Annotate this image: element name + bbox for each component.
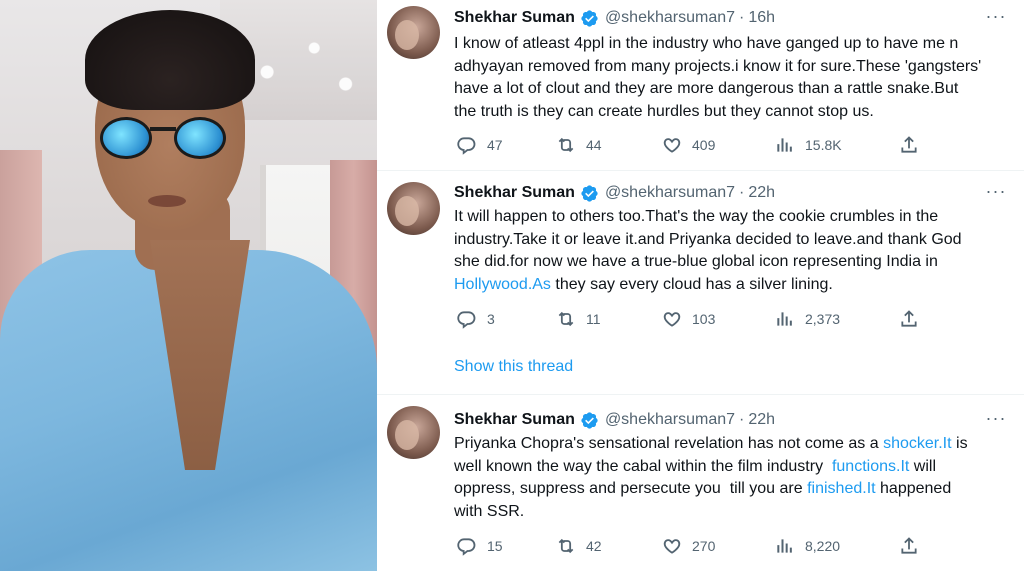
author-handle[interactable]: @shekharsuman7 xyxy=(605,9,735,27)
views-icon xyxy=(775,135,795,155)
tweet-header: Shekhar Suman @shekharsuman7 · 22h xyxy=(454,408,775,432)
verified-badge-icon xyxy=(581,184,598,202)
author-name[interactable]: Shekhar Suman xyxy=(454,9,575,27)
share-button[interactable] xyxy=(899,134,929,156)
tweet-header: Shekhar Suman @shekharsuman7 · 16h xyxy=(454,6,775,30)
views-count: 2,373 xyxy=(805,311,841,327)
separator: · xyxy=(739,411,745,428)
share-button[interactable] xyxy=(899,535,929,557)
separator: · xyxy=(739,184,745,201)
more-icon[interactable]: ··· xyxy=(984,7,1008,30)
avatar[interactable] xyxy=(387,6,440,59)
views-icon xyxy=(775,309,795,329)
inline-link[interactable]: functions.It xyxy=(832,458,909,475)
reply-count: 15 xyxy=(487,538,503,554)
avatar[interactable] xyxy=(387,182,440,235)
views-button[interactable]: 15.8K xyxy=(775,134,842,156)
like-icon xyxy=(662,135,682,155)
like-button[interactable]: 270 xyxy=(662,535,715,557)
views-icon xyxy=(775,536,795,556)
more-icon[interactable]: ··· xyxy=(984,182,1008,205)
author-name[interactable]: Shekhar Suman xyxy=(454,184,575,202)
retweet-button[interactable]: 42 xyxy=(556,535,602,557)
like-button[interactable]: 409 xyxy=(662,134,715,156)
reply-icon xyxy=(457,536,477,556)
photo-mouth xyxy=(148,195,186,207)
share-icon xyxy=(899,309,919,329)
timestamp[interactable]: 16h xyxy=(748,9,775,27)
tweet-feed: Shekhar Suman @shekharsuman7 · 16h ··· I… xyxy=(377,0,1024,571)
author-handle[interactable]: @shekharsuman7 xyxy=(605,184,735,202)
timestamp[interactable]: 22h xyxy=(748,184,775,202)
verified-badge-icon xyxy=(581,9,598,27)
tweet-text-segment: I know of atleast 4ppl in the industry w… xyxy=(454,35,982,120)
photo-hair xyxy=(85,10,255,110)
reply-icon xyxy=(457,135,477,155)
views-button[interactable]: 8,220 xyxy=(775,535,840,557)
share-button[interactable] xyxy=(899,308,929,330)
tweet-text: It will happen to others too.That's the … xyxy=(454,206,1014,296)
inline-link[interactable]: Hollywood.As xyxy=(454,276,551,293)
timestamp[interactable]: 22h xyxy=(748,411,775,429)
author-handle[interactable]: @shekharsuman7 xyxy=(605,411,735,429)
like-count: 409 xyxy=(692,137,716,153)
tweet-text-segment: Priyanka Chopra's sensational revelation… xyxy=(454,435,884,452)
author-name[interactable]: Shekhar Suman xyxy=(454,411,575,429)
views-button[interactable]: 2,373 xyxy=(775,308,840,330)
views-count: 15.8K xyxy=(805,137,842,153)
verified-badge-icon xyxy=(581,411,598,429)
tweet-header: Shekhar Suman @shekharsuman7 · 22h xyxy=(454,181,775,205)
tweet[interactable]: Shekhar Suman @shekharsuman7 · 22h ··· P… xyxy=(377,395,1024,571)
tweet-text: Priyanka Chopra's sensational revelation… xyxy=(454,433,1014,523)
like-count: 270 xyxy=(692,538,716,554)
tweet[interactable]: Shekhar Suman @shekharsuman7 · 22h ··· I… xyxy=(377,171,1024,394)
tweet[interactable]: Shekhar Suman @shekharsuman7 · 16h ··· I… xyxy=(377,0,1024,170)
like-count: 103 xyxy=(692,311,716,327)
reply-count: 47 xyxy=(487,137,503,153)
inline-link[interactable]: finished.It xyxy=(807,480,875,497)
views-count: 8,220 xyxy=(805,538,841,554)
retweet-button[interactable]: 11 xyxy=(556,308,601,330)
reply-button[interactable]: 47 xyxy=(457,134,503,156)
tweet-text-segment: It will happen to others too.That's the … xyxy=(454,208,962,270)
reply-button[interactable]: 15 xyxy=(457,535,503,557)
inline-link[interactable]: shocker.It xyxy=(883,435,951,452)
reply-icon xyxy=(457,309,477,329)
photo-sunglasses xyxy=(100,117,230,159)
tweet-text: I know of atleast 4ppl in the industry w… xyxy=(454,33,1014,123)
profile-photo xyxy=(0,0,377,571)
retweet-icon xyxy=(556,536,576,556)
like-icon xyxy=(662,309,682,329)
retweet-count: 44 xyxy=(586,137,602,153)
reply-count: 3 xyxy=(487,311,495,327)
retweet-count: 11 xyxy=(586,311,601,327)
share-icon xyxy=(899,135,919,155)
retweet-icon xyxy=(556,309,576,329)
retweet-count: 42 xyxy=(586,538,602,554)
avatar[interactable] xyxy=(387,406,440,459)
tweet-text-segment: they say every cloud has a silver lining… xyxy=(550,275,833,293)
reply-button[interactable]: 3 xyxy=(457,308,495,330)
retweet-button[interactable]: 44 xyxy=(556,134,602,156)
retweet-icon xyxy=(556,135,576,155)
like-button[interactable]: 103 xyxy=(662,308,715,330)
separator: · xyxy=(739,9,745,26)
more-icon[interactable]: ··· xyxy=(984,409,1008,432)
show-thread-link[interactable]: Show this thread xyxy=(454,358,573,376)
like-icon xyxy=(662,536,682,556)
share-icon xyxy=(899,536,919,556)
